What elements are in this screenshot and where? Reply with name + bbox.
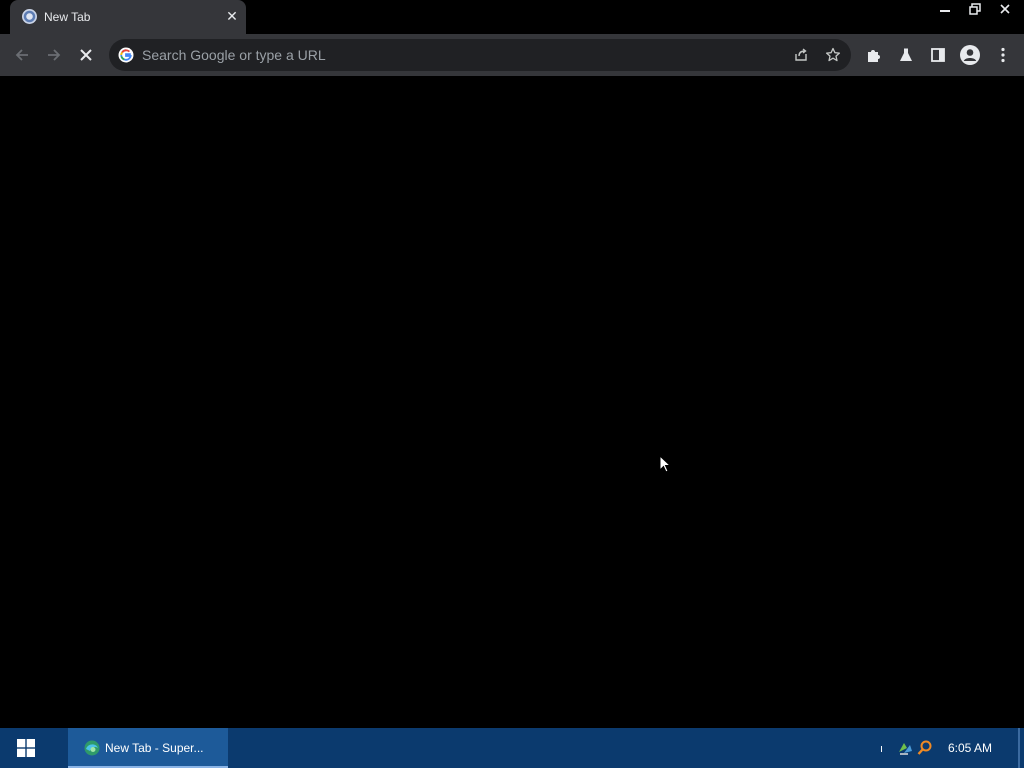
tab-strip: New Tab ✕ xyxy=(0,0,1024,34)
extensions-puzzle-icon xyxy=(868,50,880,62)
minimize-icon xyxy=(940,9,950,12)
menu-kebab-icon xyxy=(1001,47,1005,63)
close-icon xyxy=(1000,3,1010,14)
forward-button[interactable] xyxy=(41,42,67,68)
google-g-icon xyxy=(118,47,134,63)
show-desktop-button[interactable] xyxy=(1018,728,1020,768)
search-tray-icon[interactable] xyxy=(916,739,934,757)
side-panel-button[interactable] xyxy=(925,42,951,68)
side-panel-icon xyxy=(931,48,945,62)
bookmark-star-icon xyxy=(825,47,841,62)
taskbar: New Tab - Super... ı 6:05 AM xyxy=(0,728,1024,768)
browser-toolbar xyxy=(0,34,1024,77)
share-button[interactable] xyxy=(790,44,812,66)
tab-new-tab[interactable]: New Tab ✕ xyxy=(10,0,246,34)
taskbar-item-browser[interactable]: New Tab - Super... xyxy=(68,728,228,768)
minimize-button[interactable] xyxy=(930,0,960,17)
back-arrow-icon xyxy=(15,49,28,61)
window-controls xyxy=(930,0,1020,18)
stop-loading-button[interactable] xyxy=(73,42,99,68)
windows-logo-icon xyxy=(17,739,35,757)
page-content[interactable] xyxy=(0,77,1024,728)
close-window-button[interactable] xyxy=(990,0,1020,17)
back-button[interactable] xyxy=(9,42,35,68)
restore-icon xyxy=(969,2,981,15)
omnibox-input[interactable] xyxy=(142,45,762,65)
labs-button[interactable] xyxy=(893,42,919,68)
tray-overflow-mark: ı xyxy=(880,743,884,755)
bookmark-button[interactable] xyxy=(822,44,844,66)
stop-loading-icon xyxy=(80,49,92,61)
restore-button[interactable] xyxy=(960,0,990,17)
browser-icon xyxy=(84,740,100,756)
tab-close-button[interactable]: ✕ xyxy=(224,8,240,24)
desktop-screen: New Tab ✕ Search Google or type a URL Ne… xyxy=(0,0,1024,768)
address-bar[interactable] xyxy=(109,39,851,71)
browser-menu-button[interactable] xyxy=(990,42,1016,68)
profile-avatar-icon xyxy=(960,45,980,65)
profile-button[interactable] xyxy=(957,42,983,68)
labs-flask-icon xyxy=(900,48,912,61)
chrome-newtab-icon xyxy=(22,9,37,24)
mouse-cursor-icon xyxy=(659,455,671,473)
tab-title: New Tab xyxy=(44,10,91,24)
taskbar-clock[interactable]: 6:05 AM xyxy=(948,741,992,755)
share-icon xyxy=(795,48,807,61)
network-tray-icon[interactable] xyxy=(896,739,914,757)
forward-arrow-icon xyxy=(48,49,61,61)
extensions-button[interactable] xyxy=(861,42,887,68)
start-button[interactable] xyxy=(0,728,52,768)
taskbar-item-label: New Tab - Super... xyxy=(105,741,204,755)
